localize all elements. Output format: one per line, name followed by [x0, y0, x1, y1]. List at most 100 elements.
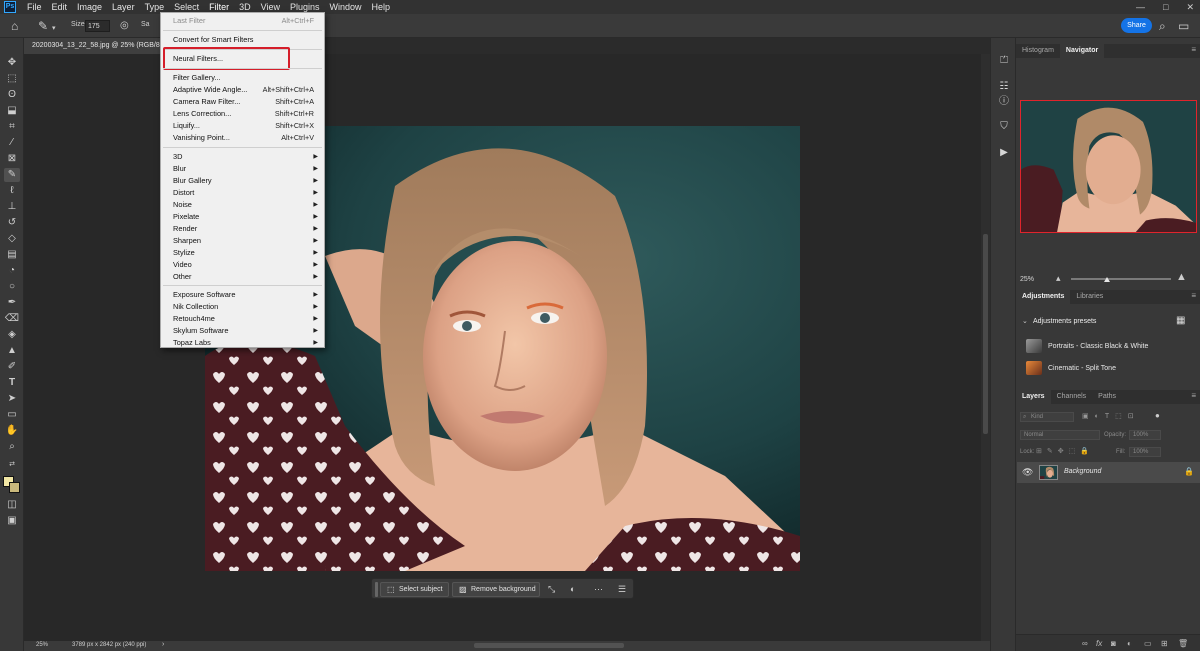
drag-handle[interactable]	[375, 582, 378, 597]
menu-edit[interactable]: Edit	[47, 0, 73, 14]
remove-background-button[interactable]: ▨ Remove background	[452, 582, 540, 597]
maximize-button[interactable]: □	[1163, 0, 1168, 14]
adjustments-menu-icon[interactable]: ≡	[1191, 290, 1196, 302]
paint-bucket-icon[interactable]: ◈	[4, 328, 20, 342]
menu-item-video[interactable]: Video ▶	[173, 259, 318, 271]
transform-icon[interactable]: ⤡	[548, 583, 555, 595]
vertical-scrollbar[interactable]	[981, 54, 990, 641]
adjustments-presets-header[interactable]: Adjustments presets	[1033, 318, 1096, 325]
pen-tool-icon[interactable]: ✒	[4, 296, 20, 310]
menu-item-3d[interactable]: 3D ▶	[173, 151, 318, 163]
opacity-input[interactable]: 100%	[1129, 430, 1161, 440]
workspace-icon[interactable]: ▭	[1178, 19, 1189, 33]
swap-colors-icon[interactable]: ⇄	[4, 458, 20, 472]
layer-name[interactable]: Background	[1064, 468, 1101, 475]
move-tool-icon[interactable]: ✥	[4, 56, 20, 70]
link-layers-icon[interactable]: ∞	[1082, 639, 1088, 648]
menu-item-pixelate[interactable]: Pixelate ▶	[173, 211, 318, 223]
screen-mode-icon[interactable]: ▣	[4, 514, 20, 528]
path-selection-tool-icon[interactable]: ➤	[4, 392, 20, 406]
brush-settings-icon[interactable]: ◎	[120, 19, 129, 33]
tab-channels[interactable]: Channels	[1051, 390, 1093, 404]
status-more-icon[interactable]: ›	[162, 641, 164, 648]
crop-tool-icon[interactable]: ⌗	[4, 120, 20, 134]
properties-icon[interactable]: ☷	[997, 80, 1011, 94]
zoom-tool-icon[interactable]: ⌕	[4, 440, 20, 454]
share-button[interactable]: Share	[1121, 18, 1152, 33]
menu-item-sharpen[interactable]: Sharpen ▶	[173, 235, 318, 247]
dodge-tool-icon[interactable]: ○	[4, 280, 20, 294]
layer-row-background[interactable]: 👁 Background 🔒	[1017, 462, 1200, 483]
add-mask-icon[interactable]: ◙	[1111, 639, 1116, 648]
menu-item-lens-correction[interactable]: Lens Correction... Shift+Ctrl+R	[173, 108, 318, 120]
menu-item-noise[interactable]: Noise ▶	[173, 199, 318, 211]
background-color-swatch[interactable]	[9, 482, 20, 493]
menu-item-blur[interactable]: Blur ▶	[173, 163, 318, 175]
rectangle-tool-icon[interactable]: ▭	[4, 408, 20, 422]
tool-preset-dropdown-icon[interactable]: ▾	[52, 22, 56, 36]
burn-tool-icon[interactable]: ▲	[4, 344, 20, 358]
tab-layers[interactable]: Layers	[1016, 390, 1051, 404]
fx-icon[interactable]: fx	[1096, 639, 1102, 648]
navigator-preview[interactable]	[1020, 100, 1197, 233]
delete-layer-icon[interactable]: 🗑	[1178, 639, 1188, 648]
zoom-slider[interactable]	[1071, 278, 1171, 280]
new-layer-icon[interactable]: ⊞	[1161, 639, 1168, 648]
gradient-tool-icon[interactable]: ▤	[4, 248, 20, 262]
spot-healing-brush-icon[interactable]: ✎	[38, 19, 48, 33]
menu-item-stylize[interactable]: Stylize ▶	[173, 247, 318, 259]
chevron-down-icon[interactable]: ⌄	[1022, 317, 1028, 325]
hand-tool-icon[interactable]: ✋	[4, 424, 20, 438]
eraser-tool-icon[interactable]: ◇	[4, 232, 20, 246]
menu-layer[interactable]: Layer	[107, 0, 140, 14]
info-icon[interactable]: ⓘ	[997, 95, 1011, 109]
navigator-zoom-value[interactable]: 25%	[1020, 276, 1034, 283]
menu-item-vanishing-point[interactable]: Vanishing Point... Alt+Ctrl+V	[173, 132, 318, 144]
eraser-alt-icon[interactable]: ⌫	[4, 312, 20, 326]
menu-item-exposure-software[interactable]: Exposure Software ▶	[173, 289, 318, 301]
preset-item[interactable]: Portraits - Classic Black & White	[1026, 337, 1148, 355]
tab-paths[interactable]: Paths	[1092, 390, 1122, 404]
document-tab[interactable]: 20200304_13_22_58.jpg @ 25% (RGB/8)	[24, 38, 164, 54]
menu-item-blur-gallery[interactable]: Blur Gallery ▶	[173, 175, 318, 187]
menu-item-render[interactable]: Render ▶	[173, 223, 318, 235]
menu-item-adaptive-wide-angle[interactable]: Adaptive Wide Angle... Alt+Shift+Ctrl+A	[173, 84, 318, 96]
settings-sliders-icon[interactable]: ☰	[618, 583, 626, 595]
menu-item-nik-collection[interactable]: Nik Collection ▶	[173, 301, 318, 313]
menu-item-other[interactable]: Other ▶	[173, 271, 318, 283]
menu-item-filter-gallery[interactable]: Filter Gallery...	[173, 72, 318, 84]
layer-filter-icons[interactable]: ▣◐T⬚⊡	[1082, 412, 1140, 420]
menu-item-camera-raw[interactable]: Camera Raw Filter... Shift+Ctrl+A	[173, 96, 318, 108]
panel-menu-icon[interactable]: ≡	[1191, 44, 1196, 56]
history-icon[interactable]: ⏍	[997, 54, 1011, 68]
filter-toggle-icon[interactable]: ●	[1155, 411, 1160, 420]
horizontal-scrollbar[interactable]	[474, 643, 624, 648]
search-icon[interactable]: ⌕	[1159, 19, 1166, 33]
close-button[interactable]: ✕	[1186, 0, 1194, 14]
menu-item-distort[interactable]: Distort ▶	[173, 187, 318, 199]
menu-item-convert-smart-filters[interactable]: Convert for Smart Filters	[173, 34, 318, 46]
visibility-eye-icon[interactable]: 👁	[1022, 467, 1033, 478]
pen-alt-icon[interactable]: ✐	[4, 360, 20, 374]
brush-tool-icon[interactable]: ℓ	[4, 184, 20, 198]
menu-item-retouch4me[interactable]: Retouch4me ▶	[173, 313, 318, 325]
grid-view-icon[interactable]: ▦	[1176, 315, 1185, 326]
frame-tool-icon[interactable]: ⊠	[4, 152, 20, 166]
zoom-slider-handle[interactable]	[1104, 277, 1110, 282]
adjustment-icon[interactable]: ◐	[570, 583, 575, 595]
lasso-tool-icon[interactable]: ʘ	[4, 88, 20, 102]
menu-file[interactable]: File	[22, 0, 47, 14]
quick-mask-icon[interactable]: ◫	[4, 498, 20, 512]
new-group-icon[interactable]: ▭	[1144, 639, 1152, 648]
adjustment-layer-icon[interactable]: ◐	[1127, 639, 1132, 648]
lock-options-icons[interactable]: ⊞✎✥⬚🔒	[1036, 447, 1094, 455]
tab-navigator[interactable]: Navigator	[1059, 44, 1105, 58]
brush-presets-icon[interactable]: ⛉	[997, 120, 1011, 134]
spot-healing-tool-icon[interactable]: ✎	[4, 168, 20, 182]
object-selection-tool-icon[interactable]: ⬓	[4, 104, 20, 118]
menu-item-last-filter[interactable]: Last Filter Alt+Ctrl+F	[173, 15, 318, 27]
play-actions-icon[interactable]: ▶	[997, 146, 1011, 160]
minimize-button[interactable]: —	[1136, 0, 1145, 14]
menu-image[interactable]: Image	[72, 0, 107, 14]
blur-tool-icon[interactable]: ◔	[4, 264, 20, 278]
